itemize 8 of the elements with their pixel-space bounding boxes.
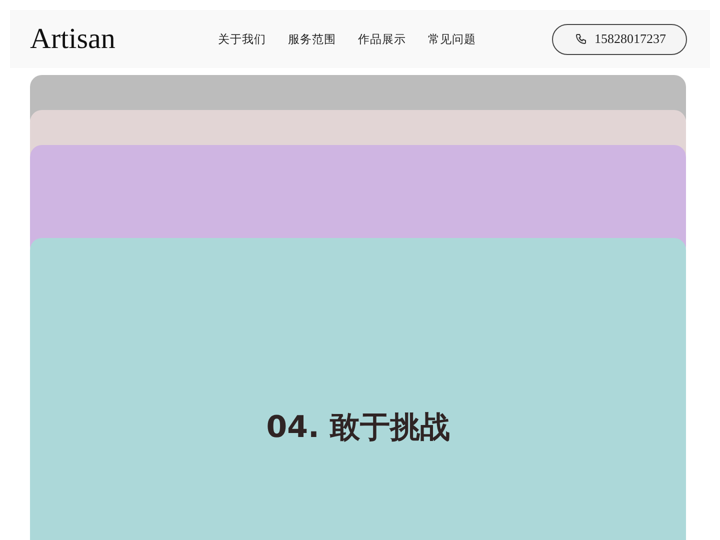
card-title: 04. 敢于挑战 [266,408,450,446]
phone-icon [574,33,586,45]
nav-link[interactable]: 常见问题 [428,32,476,46]
nav-link[interactable]: 关于我们 [218,32,266,46]
phone-button[interactable]: 15828017237 [552,24,687,54]
nav-link[interactable]: 服务范围 [288,32,336,46]
logo[interactable]: Artisan [30,22,218,56]
nav-link[interactable]: 作品展示 [358,32,406,46]
